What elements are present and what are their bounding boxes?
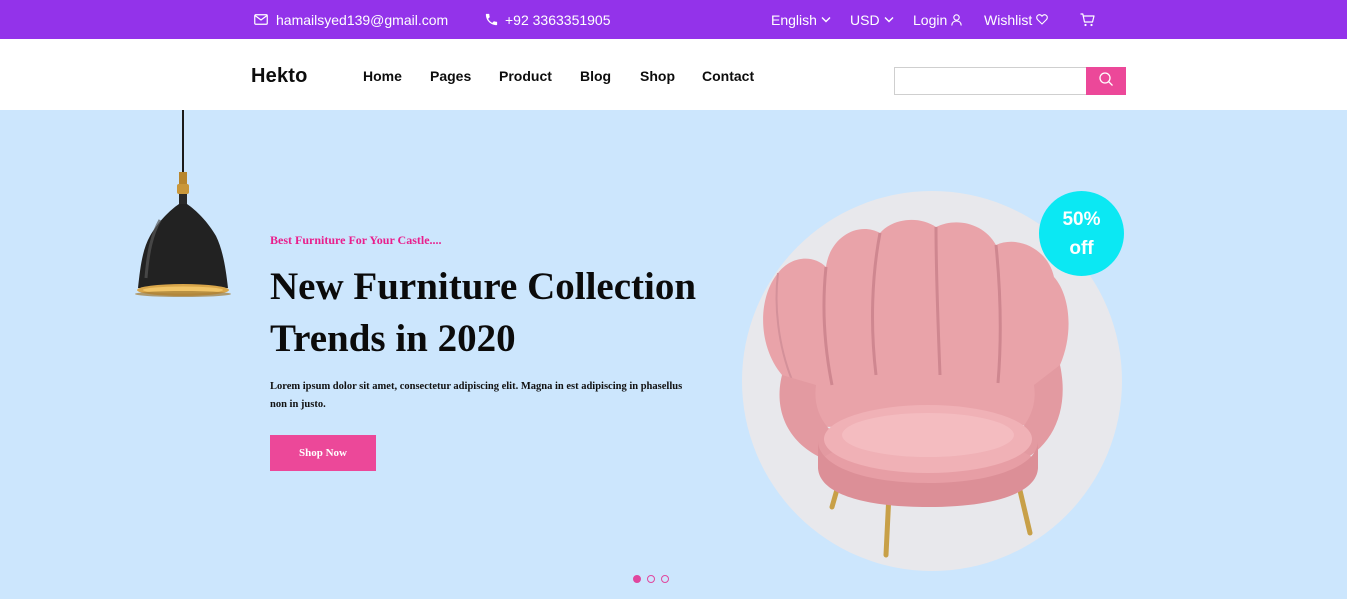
email-text: hamailsyed139@gmail.com [276,11,449,28]
hero-title: New Furniture Collection Trends in 2020 [270,261,750,365]
main-header: Hekto Home Pages Product Blog Shop Conta… [0,39,1347,110]
phone-icon [484,12,499,27]
wishlist-link[interactable]: Wishlist [984,0,1049,39]
chevron-down-icon [821,16,831,23]
search-icon [1098,71,1114,92]
pendant-lamp-image [130,110,234,307]
nav-home[interactable]: Home [363,68,402,84]
nav-pages[interactable]: Pages [430,68,471,84]
login-link[interactable]: Login [913,0,963,39]
slider-dots [633,575,669,583]
nav-blog[interactable]: Blog [580,68,611,84]
search-button[interactable] [1086,67,1126,95]
hero-tagline: Best Furniture For Your Castle.... [270,233,442,247]
hero-banner: Best Furniture For Your Castle.... New F… [0,110,1347,599]
discount-off: off [1069,237,1094,259]
mail-icon [254,14,268,25]
search-input[interactable] [894,67,1087,95]
top-bar: hamailsyed139@gmail.com +92 3363351905 E… [0,0,1347,39]
email-contact[interactable]: hamailsyed139@gmail.com [254,0,448,39]
cart-icon [1080,12,1095,27]
slide-dot-3[interactable] [661,575,669,583]
phone-contact[interactable]: +92 3363351905 [484,0,611,39]
heart-icon [1036,14,1049,25]
hero-description: Lorem ipsum dolor sit amet, consectetur … [270,381,683,410]
phone-text: +92 3363351905 [505,11,611,28]
discount-percent: 50% [1062,208,1101,230]
logo[interactable]: Hekto [251,65,308,88]
language-dropdown[interactable]: English [771,0,831,39]
discount-badge: 50% off [1039,191,1124,276]
pink-armchair-image [752,215,1082,565]
search-box [894,67,1126,95]
hero-title-line-2: Trends in 2020 [270,317,516,360]
chevron-down-icon [884,16,894,23]
nav-shop[interactable]: Shop [640,68,675,84]
slide-dot-2[interactable] [647,575,655,583]
nav-contact[interactable]: Contact [702,68,754,84]
cart-button[interactable] [1080,0,1095,39]
login-label: Login [913,11,948,28]
currency-label: USD [850,11,880,28]
wishlist-label: Wishlist [984,11,1033,28]
user-icon [951,13,963,26]
shop-now-button[interactable]: Shop Now [270,435,376,471]
language-label: English [771,11,817,28]
slide-dot-1[interactable] [633,575,641,583]
currency-dropdown[interactable]: USD [850,0,894,39]
nav-product[interactable]: Product [499,68,552,84]
hero-title-line-1: New Furniture Collection [270,265,697,308]
